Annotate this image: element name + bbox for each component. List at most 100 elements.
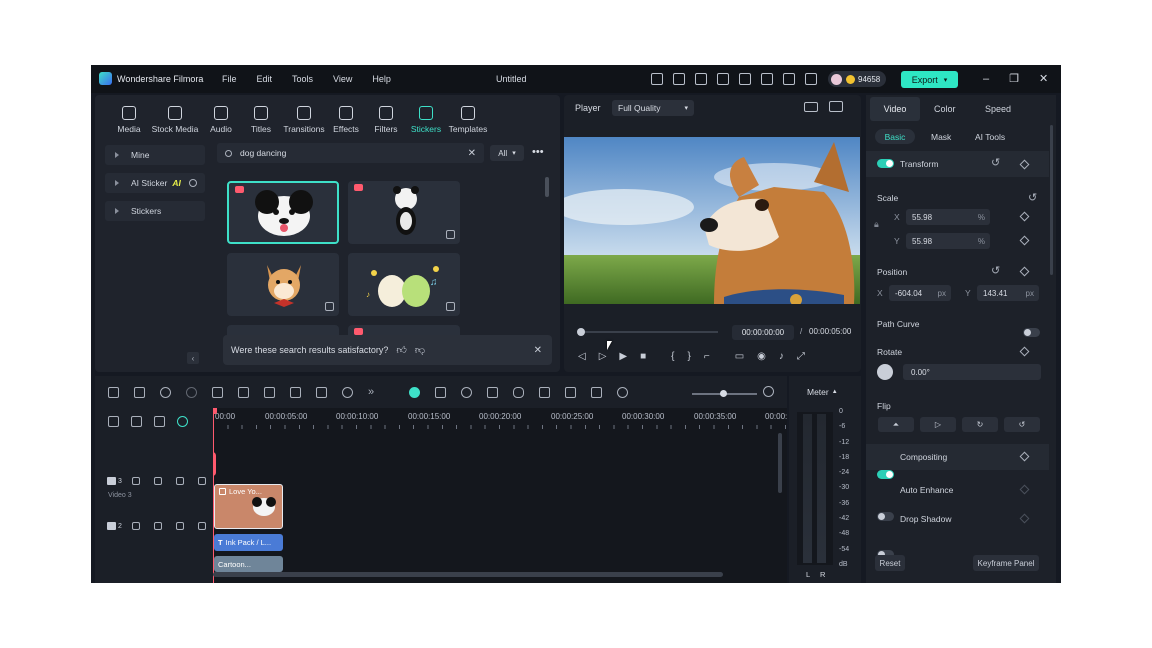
rotate-right-button[interactable]: ↻ [962,417,998,432]
auto-ripple-icon[interactable] [409,386,421,398]
more-options-icon[interactable]: ••• [532,146,544,158]
menu-file[interactable]: File [222,74,237,84]
keyframe-panel-button[interactable]: Keyframe Panel [973,555,1039,571]
scale-y-input[interactable]: 55.98% [906,233,990,249]
tab-filters[interactable]: Filters [367,106,405,134]
lock-icon[interactable] [197,477,206,485]
tab-video[interactable]: Video [870,97,920,121]
tab-stock-media[interactable]: Stock Media [147,106,203,134]
add-track-icon[interactable] [108,416,119,427]
folder-icon[interactable] [131,522,140,530]
sidebar-item-stickers[interactable]: Stickers [105,201,205,221]
layout-icon[interactable] [717,73,729,85]
zoom-frame-icon[interactable] [316,386,327,398]
snapshot-view-icon[interactable] [829,101,843,112]
tab-transitions[interactable]: Transitions [283,106,325,134]
credits-badge[interactable]: 94658 [828,71,887,87]
reset-button[interactable]: Reset [875,555,905,571]
subtab-ai-tools[interactable]: AI Tools [975,132,1005,142]
search-input[interactable]: dog dancing [240,148,286,158]
stop-icon[interactable]: ■ [640,351,646,362]
keyframe-diamond-icon[interactable] [1019,266,1030,277]
eye-icon[interactable] [175,477,184,485]
timeline-v-scrollbar[interactable] [778,433,782,493]
close-icon[interactable]: ✕ [1039,72,1048,85]
subtab-mask[interactable]: Mask [931,132,951,142]
delete-icon[interactable] [212,386,223,398]
position-x-input[interactable]: -604.04 px [889,285,951,301]
mute-icon[interactable] [153,522,162,530]
sticker-thumb[interactable] [227,253,339,316]
gift-icon[interactable] [651,73,663,85]
rotate-input[interactable]: 0.00° [903,364,1041,380]
layout-grid-icon[interactable] [108,386,119,398]
cut-icon[interactable] [238,386,249,398]
video-preview[interactable] [564,137,860,304]
info-icon[interactable] [188,179,197,187]
thumbs-down-icon[interactable]: 👎︎ [415,344,425,356]
link-icon[interactable] [131,416,142,427]
sticker-thumb[interactable] [227,325,339,335]
export-button[interactable]: Export ▾ [901,71,958,88]
menu-help[interactable]: Help [372,74,391,84]
tab-templates[interactable]: Templates [447,106,489,134]
tab-effects[interactable]: Effects [325,106,367,134]
folder-icon[interactable] [131,477,140,485]
transform-toggle[interactable] [877,159,894,168]
timeline-h-scrollbar[interactable] [213,572,723,577]
select-tool-icon[interactable] [134,386,145,398]
save-icon[interactable] [739,73,751,85]
quality-dropdown[interactable]: Full Quality ▾ [612,100,694,116]
ai-tool-icon[interactable] [565,386,577,398]
zoom-in-icon[interactable] [763,386,774,397]
tab-color[interactable]: Color [934,104,956,114]
minimize-icon[interactable]: – [983,73,989,85]
menu-view[interactable]: View [333,74,352,84]
path-curve-toggle[interactable] [1023,328,1040,337]
reset-transform-icon[interactable]: ↺ [991,156,1000,169]
keyframe-diamond-icon[interactable] [1019,211,1030,222]
position-y-input[interactable]: 143.41 px [977,285,1039,301]
timeline-clip-title[interactable]: T Ink Pack / L... [214,534,283,551]
eye-icon[interactable] [175,522,184,530]
lock-icon[interactable] [197,522,206,530]
display-icon[interactable]: ▭ [735,351,744,362]
tab-media[interactable]: Media [111,106,147,134]
collapse-sidebar-button[interactable]: ‹ [187,352,199,364]
reset-scale-icon[interactable]: ↺ [1028,191,1037,204]
tab-audio[interactable]: Audio [203,106,239,134]
multicam-icon[interactable] [435,386,447,398]
rotate-dial[interactable] [877,364,893,380]
tab-titles[interactable]: Titles [239,106,283,134]
previous-frame-icon[interactable]: ◁ [578,351,586,362]
tab-stickers[interactable]: Stickers [405,106,447,134]
grid-scrollbar[interactable] [545,177,549,197]
cloud-project-icon[interactable] [695,73,707,85]
audio-mixer-icon[interactable] [539,386,551,398]
sidebar-item-ai-sticker[interactable]: AI Sticker AI [105,173,205,193]
sticker-thumb[interactable]: ♫ ♪ [348,253,460,316]
mute-icon[interactable] [153,477,162,485]
more-tools-icon[interactable]: » [368,386,374,398]
crop-icon[interactable] [264,386,275,398]
flip-horizontal-button[interactable]: ▷ [920,417,956,432]
zoom-slider-handle[interactable] [720,390,727,397]
flip-vertical-button[interactable]: ⏶ [878,417,914,432]
cloud-upload-icon[interactable] [761,73,773,85]
render-icon[interactable] [461,386,473,398]
grid-view-icon[interactable] [804,102,818,112]
fullscreen-icon[interactable]: ⤢ [797,351,805,362]
track-manager-icon[interactable] [154,416,165,427]
speed-icon[interactable] [342,386,353,398]
sticker-thumb[interactable] [348,325,460,335]
keyframe-diamond-icon[interactable] [1019,235,1030,246]
snap-icon[interactable] [177,416,188,427]
lock-ratio-icon[interactable]: 🔒︎ [874,219,879,230]
thumbs-up-icon[interactable]: 👍︎ [396,344,406,356]
send-icon[interactable] [673,73,685,85]
volume-icon[interactable]: ♪ [779,351,784,362]
scrubber-handle[interactable] [577,328,585,336]
rotate-left-button[interactable]: ↺ [1004,417,1040,432]
sticker-thumb[interactable] [348,181,460,244]
keyframe-diamond-icon[interactable] [1019,346,1030,357]
